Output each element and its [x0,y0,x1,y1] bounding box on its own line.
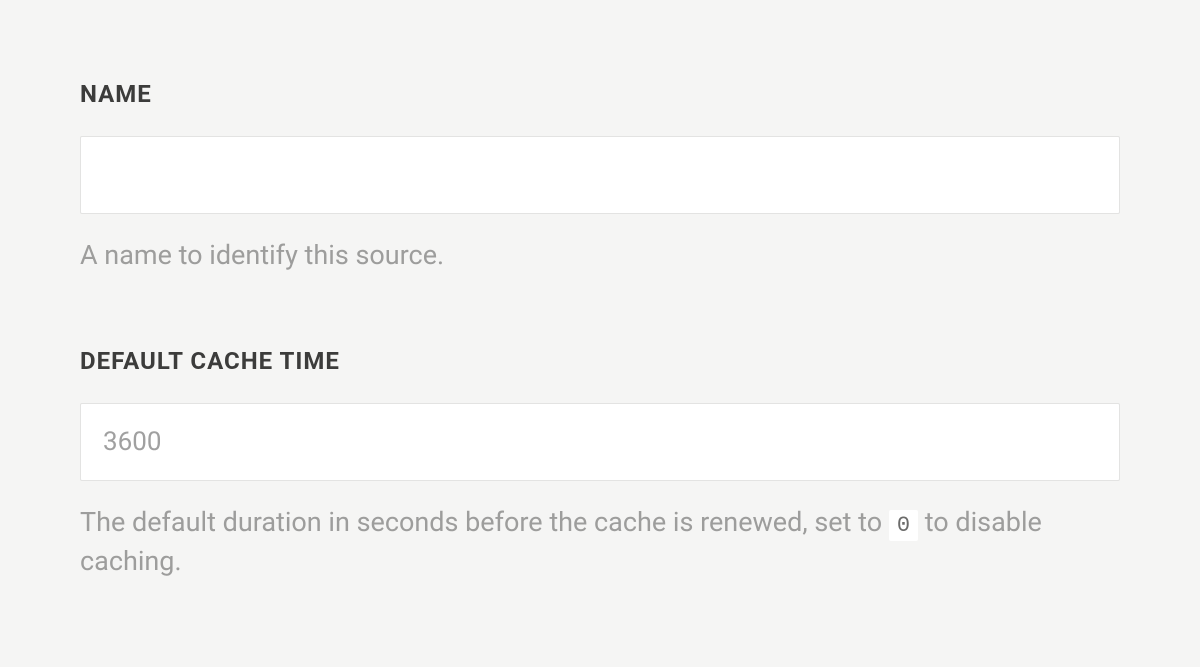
cache-time-input[interactable] [80,403,1120,481]
cache-time-help-text: The default duration in seconds before t… [80,503,1120,581]
name-label: NAME [80,80,1120,108]
cache-help-code: 0 [889,510,918,541]
cache-help-prefix: The default duration in seconds before t… [80,506,889,538]
name-field-group: NAME A name to identify this source. [80,80,1120,275]
cache-time-label: DEFAULT CACHE TIME [80,347,1120,375]
name-input[interactable] [80,136,1120,214]
cache-time-field-group: DEFAULT CACHE TIME The default duration … [80,347,1120,581]
name-help-text: A name to identify this source. [80,236,1120,275]
form-container: NAME A name to identify this source. DEF… [0,0,1200,581]
